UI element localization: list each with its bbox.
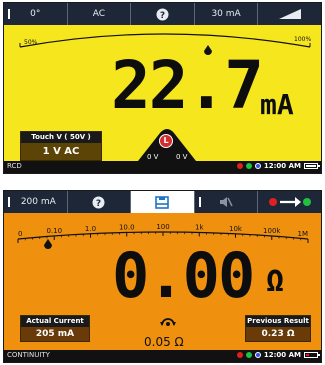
clock: 12:00 AM xyxy=(263,351,301,359)
status-indicators: 12:00 AM xyxy=(236,162,320,170)
save-button[interactable] xyxy=(131,191,195,213)
lead-null-button[interactable] xyxy=(258,191,321,213)
scale-tick-label: 0.10 xyxy=(46,227,62,235)
scale-tick-label: 10k xyxy=(229,225,243,233)
clock: 12:00 AM xyxy=(263,162,301,170)
blue-led-icon xyxy=(254,352,261,358)
help-button[interactable]: ? xyxy=(131,3,195,25)
trip-current-button[interactable]: 30 mA xyxy=(195,3,259,25)
battery-icon xyxy=(304,352,320,358)
continuity-topbar: 200 mA ? xyxy=(4,191,321,213)
selector-marker xyxy=(8,9,10,19)
test-current-label: 200 mA xyxy=(20,197,56,207)
touch-voltage-box: Touch V ( 50V ) 1 V AC xyxy=(20,131,102,161)
buzzer-button[interactable] xyxy=(195,191,259,213)
previous-result-box: Previous Result 0.23 Ω xyxy=(245,315,311,342)
scale-tick-label: 100 xyxy=(156,223,169,231)
help-icon: ? xyxy=(92,196,105,209)
buzzer-muted-icon xyxy=(220,197,233,207)
scale-tick-label: 1M xyxy=(298,230,309,238)
previous-result-value: 0.23 Ω xyxy=(246,327,310,341)
scale-tick-label: 100k xyxy=(263,227,281,235)
previous-result-label: Previous Result xyxy=(246,316,310,327)
rcd-topbar: 0° AC ? 30 mA xyxy=(4,3,321,25)
live-terminal-label: L xyxy=(163,136,169,145)
scale-pointer-icon xyxy=(44,239,52,249)
mode-label: CONTINUITY xyxy=(7,351,50,359)
signal-ramp-icon xyxy=(278,9,301,19)
actual-current-value: 205 mA xyxy=(21,327,89,341)
main-reading-unit: Ω xyxy=(266,264,285,299)
phase-angle-button[interactable]: 0° xyxy=(4,3,68,25)
test-current-button[interactable]: 200 mA xyxy=(4,191,68,213)
scale-tick-label: 1k xyxy=(195,223,204,231)
continuity-status-bar: CONTINUITY 12:00 AM xyxy=(4,350,321,362)
voltage-l-n: 0 V xyxy=(176,153,188,161)
battery-icon xyxy=(304,163,320,169)
save-icon xyxy=(155,195,170,209)
selector-marker xyxy=(198,197,201,207)
red-led-icon xyxy=(236,163,243,169)
main-reading: 0.00 xyxy=(112,239,255,312)
actual-current-label: Actual Current xyxy=(21,316,89,327)
scale-tick-label: 1.0 xyxy=(85,225,96,233)
trip-current-label: 30 mA xyxy=(211,9,241,19)
rcd-status-bar: RCD 12:00 AM xyxy=(4,161,321,173)
lead-null-icon[interactable] xyxy=(159,315,177,331)
null-resistance-value: 0.05 Ω xyxy=(144,335,184,349)
waveform-button[interactable]: AC xyxy=(68,3,132,25)
blue-led-icon xyxy=(254,163,261,169)
actual-current-box: Actual Current 205 mA xyxy=(20,315,90,342)
mode-label: RCD xyxy=(7,162,22,170)
scale-tick-label: 0 xyxy=(18,230,22,238)
green-led-icon xyxy=(245,163,252,169)
rcd-screen: 0° AC ? 30 mA 50% 100% 22.7 mA Touch V (… xyxy=(3,2,322,174)
help-icon: ? xyxy=(156,8,169,21)
main-reading-unit: mA xyxy=(260,88,294,121)
green-led-icon xyxy=(245,352,252,358)
scale-min-label: 50% xyxy=(24,39,38,46)
touch-voltage-label: Touch V ( 50V ) xyxy=(21,132,101,143)
scale-tick-label: 10.0 xyxy=(119,223,135,231)
status-indicators: 12:00 AM xyxy=(236,351,320,359)
touch-voltage-value: 1 V AC xyxy=(21,143,101,160)
waveform-label: AC xyxy=(92,9,106,19)
continuity-screen: 200 mA ? 0 0.10 1.0 10.0 100 1k 10k 100k… xyxy=(3,190,322,363)
red-led-icon xyxy=(236,352,243,358)
scale-max-label: 100% xyxy=(294,36,312,43)
svg-text:?: ? xyxy=(160,11,165,21)
help-button[interactable]: ? xyxy=(68,191,132,213)
red-arrow-green-icon xyxy=(268,197,311,207)
svg-text:?: ? xyxy=(96,199,101,209)
voltage-l-pe: 0 V xyxy=(147,153,159,161)
selector-marker xyxy=(8,197,10,207)
main-reading: 22.7 xyxy=(111,47,264,124)
ramp-button[interactable] xyxy=(258,3,321,25)
phase-angle-label: 0° xyxy=(30,9,41,19)
